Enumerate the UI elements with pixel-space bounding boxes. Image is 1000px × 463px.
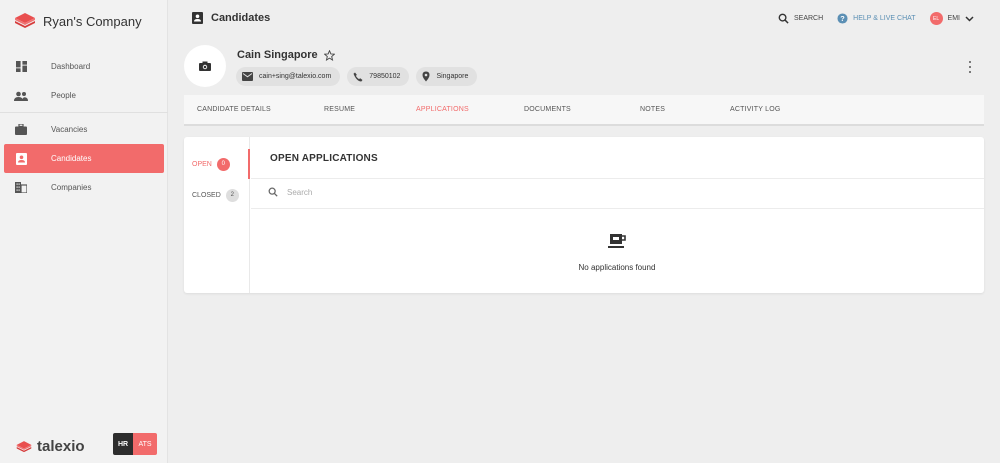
candidate-card-icon: [192, 12, 203, 24]
camera-icon: [199, 61, 211, 71]
building-icon: [14, 181, 28, 195]
location-text: Singapore: [436, 73, 469, 80]
top-actions: SEARCH ? HELP & LIVE CHAT EL EMI: [778, 12, 974, 25]
company-brand[interactable]: Ryan's Company: [14, 12, 142, 30]
briefcase-icon: [14, 123, 28, 137]
sidebar-item-people[interactable]: People: [4, 81, 164, 110]
user-label: EMI: [947, 15, 960, 22]
applications-title: OPEN APPLICATIONS: [270, 153, 378, 164]
company-name: Ryan's Company: [43, 13, 142, 29]
filter-open-count: 0: [216, 157, 230, 171]
candidate-card-icon: [14, 152, 28, 166]
search-placeholder: Search: [287, 187, 313, 197]
help-icon: ?: [837, 13, 848, 24]
mail-icon: [242, 72, 253, 81]
tab-applications[interactable]: APPLICATIONS: [416, 106, 469, 113]
product-switch-badge[interactable]: HR ATS: [113, 433, 157, 455]
talexio-logo-icon: [16, 440, 32, 452]
empty-state-text: No applications found: [578, 263, 656, 272]
coffee-cup-icon: [608, 234, 626, 254]
sidebar-item-label: Dashboard: [51, 62, 91, 71]
tab-activity-log[interactable]: ACTIVITY LOG: [730, 106, 781, 113]
sidebar-item-label: People: [51, 91, 76, 100]
page-title-text: Candidates: [211, 12, 271, 24]
chevron-down-icon: [965, 15, 974, 22]
filter-open[interactable]: OPEN 0: [184, 149, 250, 179]
search-icon: [268, 187, 278, 197]
people-icon: [14, 89, 28, 103]
sidebar-item-companies[interactable]: Companies: [4, 173, 164, 202]
help-label: HELP & LIVE CHAT: [853, 15, 916, 22]
page-title: Candidates: [192, 12, 270, 24]
candidate-name-text: Cain Singapore: [237, 49, 318, 61]
filter-closed-label: CLOSED: [192, 191, 221, 199]
filter-closed-count: 2: [225, 188, 239, 202]
filter-open-label: OPEN: [192, 160, 212, 168]
talexio-brand: talexio HR ATS: [16, 433, 157, 455]
tab-notes[interactable]: NOTES: [640, 106, 665, 113]
candidate-photo-upload[interactable]: [184, 45, 226, 87]
help-live-chat-button[interactable]: ? HELP & LIVE CHAT: [837, 13, 916, 24]
sidebar-item-label: Companies: [51, 183, 92, 192]
search-label: SEARCH: [793, 15, 824, 22]
sidebar-item-dashboard[interactable]: Dashboard: [4, 52, 164, 81]
sidebar-divider: [0, 112, 168, 113]
candidate-tabs: CANDIDATE DETAILS RESUME APPLICATIONS DO…: [184, 95, 984, 126]
candidate-contact-chips: cain+sing@talexio.com 79850102 Singapore: [236, 67, 478, 86]
filter-closed[interactable]: CLOSED 2: [184, 180, 250, 210]
sidebar-item-label: Vacancies: [51, 125, 88, 134]
user-menu[interactable]: EL EMI: [929, 12, 974, 25]
company-logo-icon: [15, 13, 35, 28]
badge-hr[interactable]: HR: [113, 433, 133, 455]
tab-resume[interactable]: RESUME: [324, 106, 355, 113]
location-chip[interactable]: Singapore: [416, 67, 478, 86]
sidebar-item-candidates[interactable]: Candidates: [4, 144, 164, 173]
divider: [251, 178, 984, 179]
applications-card: OPEN 0 CLOSED 2 OPEN APPLICATIONS Search…: [184, 137, 984, 293]
candidate-name: Cain Singapore: [237, 49, 335, 61]
email-text: cain+sing@talexio.com: [259, 73, 332, 80]
avatar: EL: [929, 12, 943, 25]
application-status-nav: OPEN 0 CLOSED 2: [184, 137, 250, 293]
sidebar-nav: Dashboard People Vacancies Candidates Co…: [0, 52, 168, 202]
badge-ats[interactable]: ATS: [133, 433, 157, 455]
global-search-button[interactable]: SEARCH: [778, 13, 823, 24]
phone-chip[interactable]: 79850102: [347, 67, 410, 86]
tab-candidate-details[interactable]: CANDIDATE DETAILS: [197, 106, 271, 113]
sidebar-item-label: Candidates: [51, 154, 92, 163]
dashboard-icon: [14, 60, 28, 74]
star-icon[interactable]: [323, 49, 335, 61]
location-pin-icon: [422, 71, 430, 82]
sidebar-item-vacancies[interactable]: Vacancies: [4, 115, 164, 144]
phone-text: 79850102: [369, 73, 401, 80]
phone-icon: [353, 72, 363, 81]
svg-text:?: ?: [840, 14, 845, 23]
divider: [251, 208, 984, 209]
top-bar: Candidates SEARCH ? HELP & LIVE CHAT EL …: [168, 0, 1000, 40]
sidebar: Ryan's Company Dashboard People Vacancie…: [0, 0, 168, 463]
email-chip[interactable]: cain+sing@talexio.com: [236, 67, 341, 86]
search-icon: [778, 13, 789, 24]
more-options-icon[interactable]: [966, 61, 974, 73]
tab-documents[interactable]: DOCUMENTS: [524, 106, 571, 113]
applications-search-input[interactable]: Search: [268, 187, 312, 197]
talexio-wordmark: talexio: [37, 438, 85, 455]
